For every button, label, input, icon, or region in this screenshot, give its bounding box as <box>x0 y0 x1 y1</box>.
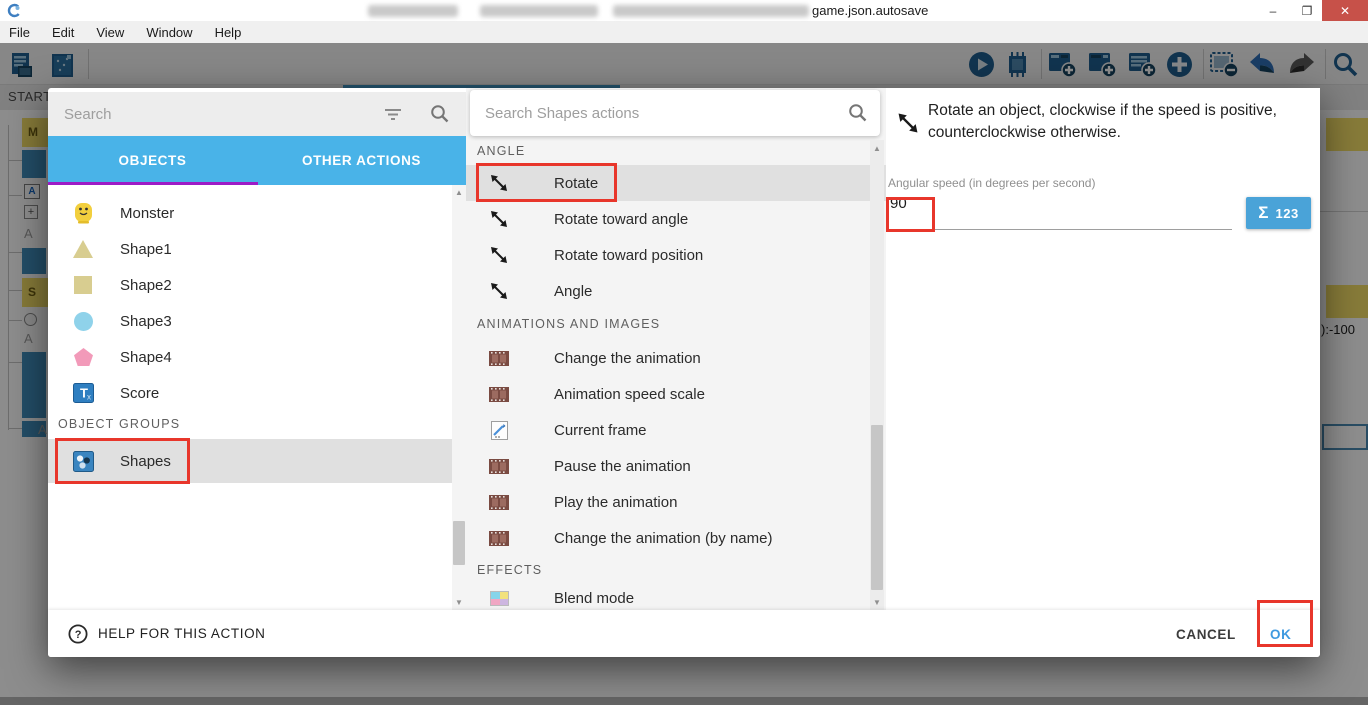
object-row-shape1[interactable]: Shape1 <box>48 231 452 267</box>
monster-object-icon <box>72 202 94 224</box>
annotation-box-rotate-action <box>476 163 617 202</box>
pentagon-object-icon <box>72 346 94 368</box>
object-row-shape3[interactable]: Shape3 <box>48 303 452 339</box>
object-row-monster[interactable]: Monster <box>48 195 452 231</box>
actions-search-card <box>470 90 880 136</box>
section-header-effects: EFFECTS <box>477 563 543 577</box>
filmstrip-icon <box>488 527 510 549</box>
object-tabs: OBJECTS OTHER ACTIONS <box>48 136 466 185</box>
search-icon[interactable] <box>848 103 867 122</box>
object-list-scrollbar[interactable]: ▲ ▼ <box>452 185 466 610</box>
annotation-box-angular-speed <box>886 197 935 232</box>
actions-list-scrollbar[interactable]: ▲ ▼ <box>870 140 884 610</box>
filter-icon[interactable] <box>384 106 402 122</box>
frame-page-icon <box>488 419 510 441</box>
blend-mode-icon <box>488 587 510 609</box>
action-row-current-frame[interactable]: Current frame <box>466 412 870 448</box>
object-selector-panel: OBJECTS OTHER ACTIONS Monster Shape1 <box>48 88 466 610</box>
action-row-blend-mode[interactable]: Blend mode <box>466 586 870 610</box>
close-button[interactable]: ✕ <box>1322 0 1368 21</box>
action-row-rotate-toward-angle[interactable]: Rotate toward angle <box>466 201 870 237</box>
triangle-object-icon <box>72 238 94 260</box>
menu-help[interactable]: Help <box>204 25 253 40</box>
app-window: game.json.autosave – ❐ ✕ File Edit View … <box>0 0 1368 705</box>
help-icon: ? <box>68 623 88 644</box>
tab-other-actions[interactable]: OTHER ACTIONS <box>257 136 466 185</box>
filmstrip-icon <box>488 455 510 477</box>
param-label: Angular speed (in degrees per second) <box>888 176 1096 190</box>
circle-object-icon <box>72 310 94 332</box>
help-link[interactable]: ? HELP FOR THIS ACTION <box>68 623 266 644</box>
annotation-box-ok-button <box>1257 600 1313 647</box>
object-search-input[interactable] <box>48 104 348 124</box>
annotation-box-shapes-group <box>55 438 190 484</box>
menu-bar: File Edit View Window Help <box>0 21 1368 43</box>
rotate-icon <box>488 244 510 266</box>
object-groups-header: OBJECT GROUPS <box>58 417 181 431</box>
minimize-button[interactable]: – <box>1256 0 1290 21</box>
sigma-icon: Σ <box>1258 203 1269 222</box>
title-redacted-segment <box>368 5 458 17</box>
actions-search-input[interactable] <box>470 103 810 123</box>
section-header-angle: ANGLE <box>477 144 526 158</box>
expression-editor-button[interactable]: Σ 123 <box>1246 197 1311 229</box>
rotate-icon <box>488 280 510 302</box>
svg-text:x: x <box>87 393 91 402</box>
restore-button[interactable]: ❐ <box>1290 0 1324 21</box>
object-row-shape4[interactable]: Shape4 <box>48 339 452 375</box>
menu-edit[interactable]: Edit <box>41 25 85 40</box>
object-row-score[interactable]: Tx Score <box>48 375 452 411</box>
action-row-play-animation[interactable]: Play the animation <box>466 484 870 520</box>
menu-file[interactable]: File <box>0 25 41 40</box>
input-underline <box>886 229 1232 230</box>
rotate-icon <box>488 208 510 230</box>
section-header-animations: ANIMATIONS AND IMAGES <box>477 317 661 331</box>
rotate-icon <box>895 110 921 136</box>
object-row-shape2[interactable]: Shape2 <box>48 267 452 303</box>
svg-text:?: ? <box>75 629 82 641</box>
menu-view[interactable]: View <box>85 25 135 40</box>
title-redacted-segment <box>480 5 598 17</box>
action-row-rotate-toward-position[interactable]: Rotate toward position <box>466 237 870 273</box>
action-row-pause-animation[interactable]: Pause the animation <box>466 448 870 484</box>
cancel-button[interactable]: CANCEL <box>1176 627 1236 642</box>
action-editor-dialog: OBJECTS OTHER ACTIONS Monster Shape1 <box>48 88 1320 657</box>
square-object-icon <box>72 274 94 296</box>
gdevelop-logo-icon <box>7 3 22 18</box>
window-title: game.json.autosave <box>812 3 929 18</box>
menu-window[interactable]: Window <box>135 25 203 40</box>
filmstrip-icon <box>488 491 510 513</box>
tab-objects[interactable]: OBJECTS <box>48 136 257 185</box>
search-icon[interactable] <box>430 104 449 123</box>
object-search-bar <box>48 92 466 136</box>
filmstrip-icon <box>488 383 510 405</box>
angular-speed-input[interactable] <box>888 194 1228 213</box>
object-list: Monster Shape1 Shape2 Shape3 Shape4 T x … <box>48 185 466 610</box>
action-row-change-animation[interactable]: Change the animation <box>466 340 870 376</box>
filmstrip-icon <box>488 347 510 369</box>
text-object-icon: Tx <box>72 382 94 404</box>
action-details-panel: Rotate an object, clockwise if the speed… <box>886 88 1320 610</box>
dialog-footer: ? HELP FOR THIS ACTION CANCEL OK <box>48 610 1320 657</box>
action-row-animation-speed-scale[interactable]: Animation speed scale <box>466 376 870 412</box>
action-description: Rotate an object, clockwise if the speed… <box>928 102 1277 141</box>
title-redacted-segment <box>613 5 809 17</box>
action-row-change-animation-by-name[interactable]: Change the animation (by name) <box>466 520 870 556</box>
action-row-angle[interactable]: Angle <box>466 273 870 309</box>
